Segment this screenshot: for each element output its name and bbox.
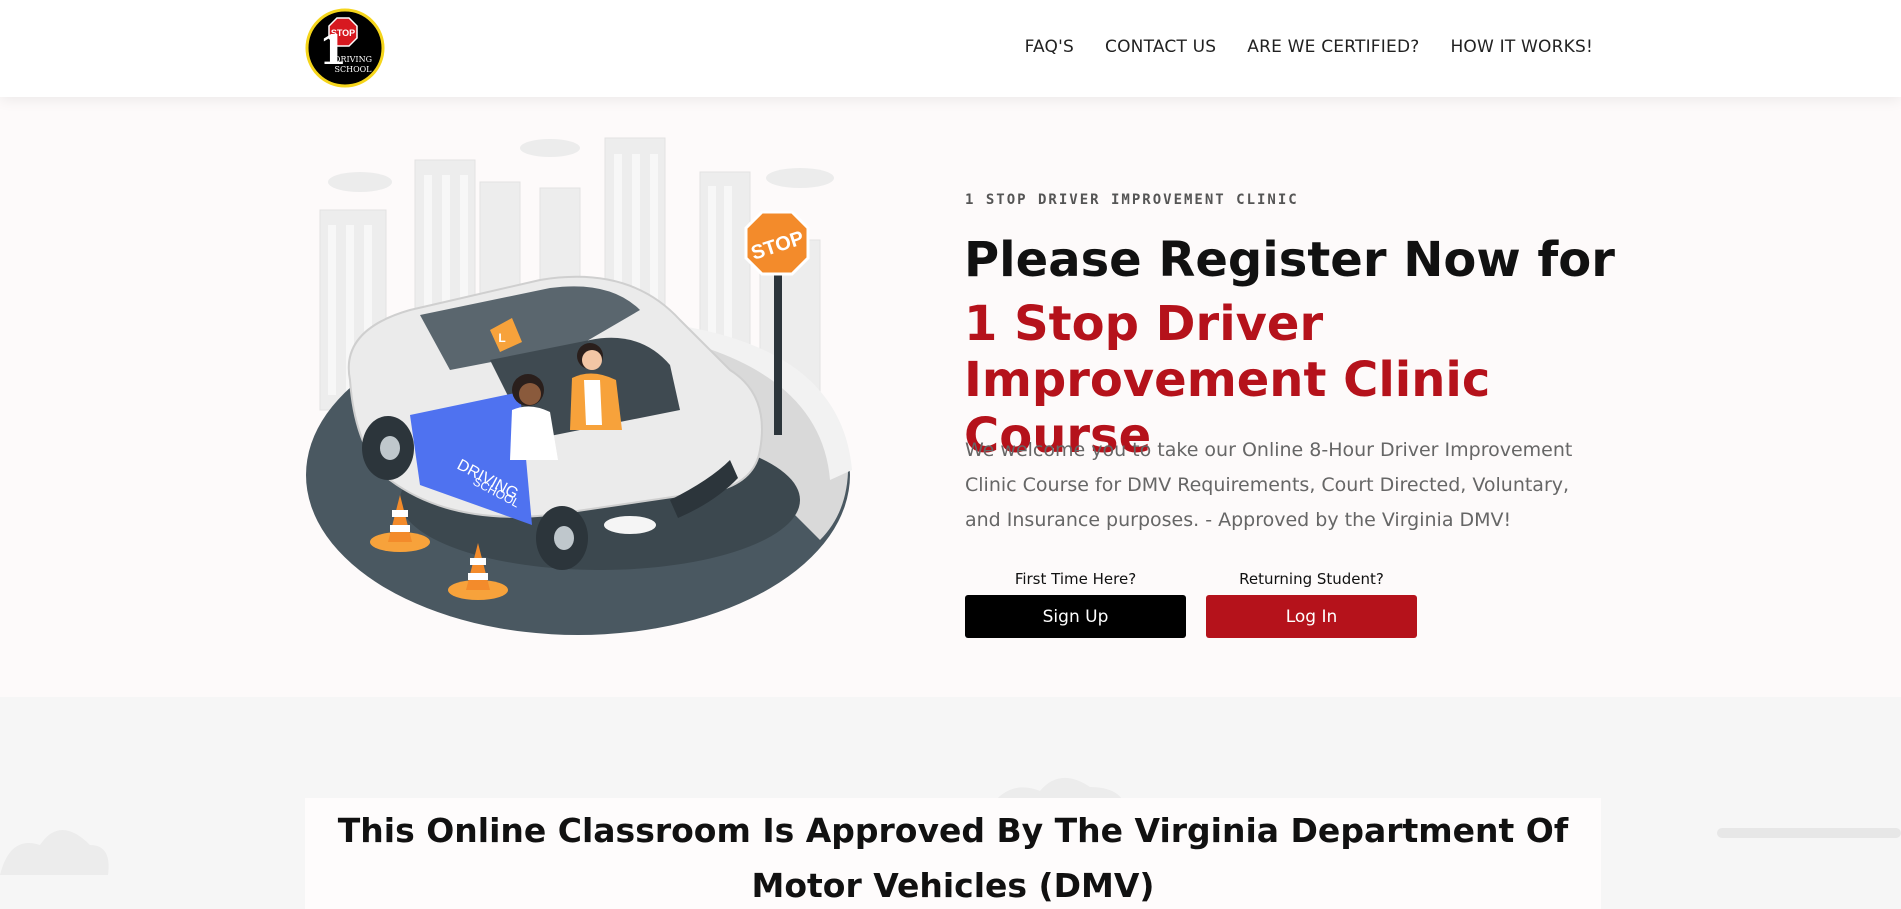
decorative-line (1717, 828, 1901, 838)
nav-are-we-certified[interactable]: ARE WE CERTIFIED? (1247, 37, 1419, 57)
nav-faqs[interactable]: FAQ'S (1025, 37, 1074, 57)
hero-description: We welcome you to take our Online 8-Hour… (965, 439, 1573, 531)
roof-sign-text: L (498, 331, 505, 345)
site-header: 1 STOP DRIVING SCHOOL FAQ'S CONTACT US A… (0, 0, 1901, 97)
approval-title: This Online Classroom Is Approved By The… (337, 811, 1569, 905)
logo-school-text: SCHOOL (334, 65, 372, 74)
main-nav: FAQ'S CONTACT US ARE WE CERTIFIED? HOW I… (1025, 37, 1593, 57)
logo-driving-text: DRIVING (334, 55, 372, 64)
login-prompt: Returning Student? (1239, 570, 1384, 588)
hero-title: Please Register Now for (964, 232, 1615, 288)
approval-card: This Online Classroom Is Approved By The… (305, 798, 1601, 909)
nav-contact-us[interactable]: CONTACT US (1105, 37, 1216, 57)
logo[interactable]: 1 STOP DRIVING SCHOOL (305, 8, 385, 88)
driving-school-illustration: STOP DRIVING SCHOOL L (306, 137, 852, 635)
nav-how-it-works[interactable]: HOW IT WORKS! (1450, 37, 1593, 57)
logo-stop-text: STOP (331, 28, 355, 38)
cloud-decoration-left (0, 830, 109, 875)
signup-prompt: First Time Here? (1014, 570, 1137, 588)
hero-eyebrow: 1 STOP DRIVER IMPROVEMENT CLINIC (965, 192, 1299, 208)
sign-up-button[interactable]: Sign Up (965, 595, 1186, 638)
hero-section (0, 97, 1901, 697)
log-in-button[interactable]: Log In (1206, 595, 1417, 638)
